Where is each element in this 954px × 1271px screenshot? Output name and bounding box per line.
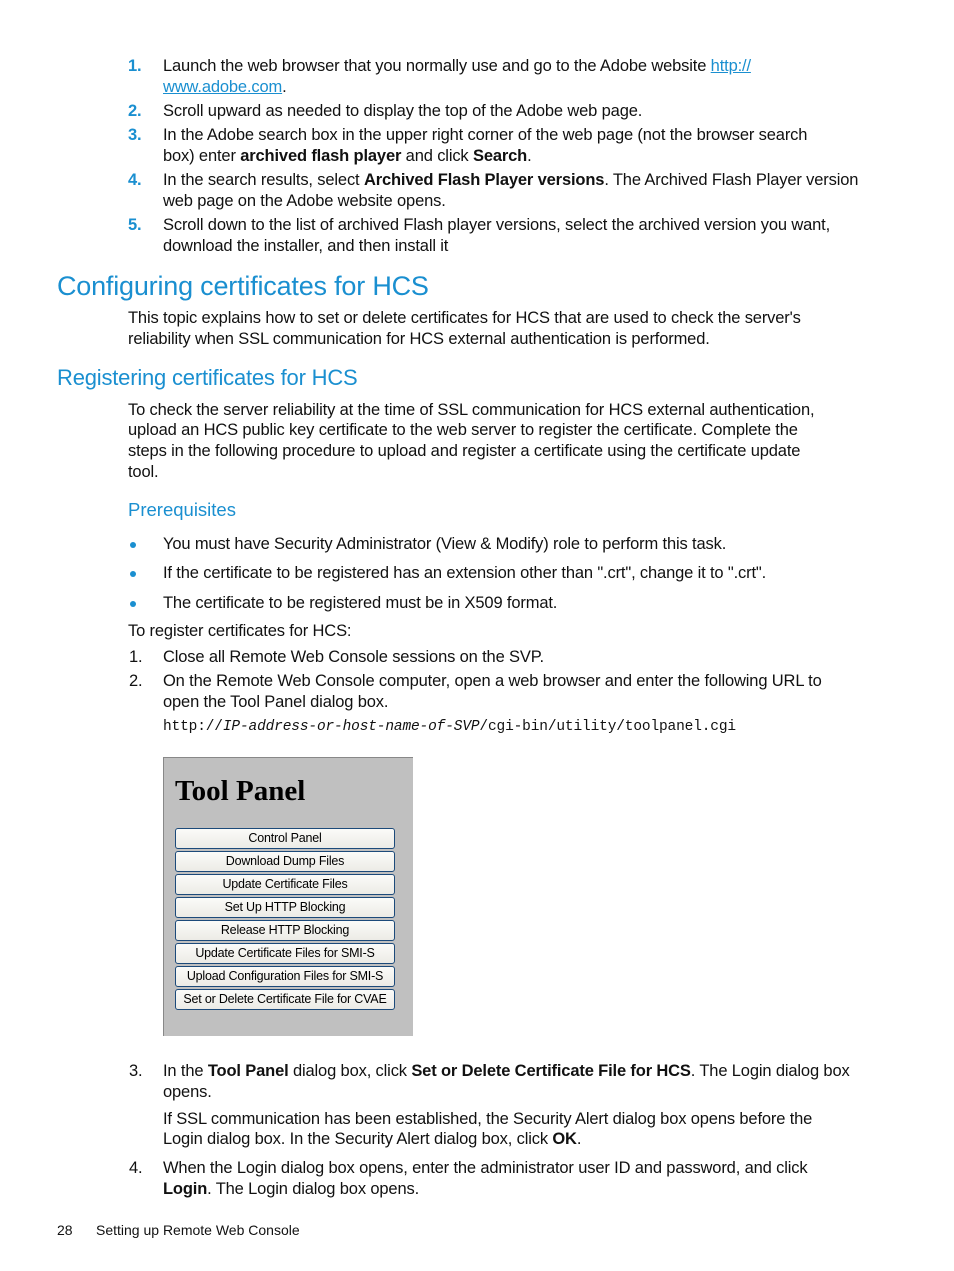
bold-term: Archived Flash Player versions [363,171,605,189]
bold-term: Search [472,147,528,165]
step-text-cont: web page on the Adobe website opens. [163,192,446,210]
text: box) enter [163,147,241,165]
update-certificate-files-button[interactable]: Update Certificate Files [175,874,395,895]
period: . [282,78,287,96]
upload-configuration-files-smi-s-button[interactable]: Upload Configuration Files for SMI-S [175,966,395,987]
text: . The Archived Flash Player version [604,171,859,189]
url-suffix: /cgi-bin/utility/toolpanel.cgi [479,719,736,735]
step-number: 4. [128,171,142,189]
section-intro: This topic explains how to set or delete… [128,309,801,327]
step-text: Scroll down to the list of archived Flas… [163,216,831,234]
tool-panel-title: Tool Panel [175,775,306,807]
step-number: 2. [128,102,142,120]
step-text: In the search results, select Archived F… [163,170,858,191]
section-intro-cont: reliability when SSL communication for H… [128,330,710,348]
step-note: If SSL communication has been establishe… [163,1110,813,1128]
bold-term: Set or Delete Certificate File for HCS [411,1062,691,1080]
step-1-text: Launch the web browser that you normally… [163,57,711,75]
step-text-cont: opens. [163,1083,212,1101]
bullet-icon [130,571,136,577]
prerequisites-heading: Prerequisites [128,499,236,520]
text: In the search results, select [163,171,364,189]
set-or-delete-certificate-cvae-button[interactable]: Set or Delete Certificate File for CVAE [175,989,395,1010]
release-http-blocking-button[interactable]: Release HTTP Blocking [175,920,395,941]
text: . [527,147,532,165]
text: . [576,1130,582,1148]
bold-term: archived flash player [240,147,402,165]
bold-term: OK [552,1130,577,1148]
update-certificate-files-smi-s-button[interactable]: Update Certificate Files for SMI-S [175,943,395,964]
step-number: 3. [129,1062,143,1080]
step-text-cont: open the Tool Panel dialog box. [163,693,389,711]
prerequisite-item: The certificate to be registered must be… [163,594,558,612]
step-note-cont: Login dialog box. In the Security Alert … [163,1129,581,1150]
prerequisite-item: You must have Security Administrator (Vi… [163,535,727,553]
bold-term: Tool Panel [207,1062,289,1080]
footer-section-title: Setting up Remote Web Console [96,1222,300,1238]
step-text: In the Adobe search box in the upper rig… [163,126,808,144]
procedure-intro: To register certificates for HCS: [128,622,352,640]
step-text-cont: box) enter archived flash player and cli… [163,146,532,167]
subsection-heading: Registering certificates for HCS [57,365,358,390]
step-number: 4. [129,1159,143,1177]
bold-term: Login [163,1180,208,1198]
section-heading: Configuring certificates for HCS [57,271,429,301]
tool-panel-dialog: Tool Panel Control Panel Download Dump F… [163,757,413,1036]
text: and click [401,147,473,165]
adobe-link[interactable]: http:// [711,57,751,75]
step-text: In the Tool Panel dialog box, click Set … [163,1061,850,1082]
text: . The Login dialog box [690,1062,850,1080]
download-dump-files-button[interactable]: Download Dump Files [175,851,395,872]
text: . The Login dialog box opens. [207,1180,419,1198]
toolpanel-url: http://IP-address-or-host-name-of-SVP/cg… [163,717,736,738]
step-text-cont: download the installer, and then install… [163,237,449,255]
step-number: 1. [129,648,143,666]
step-number: 1. [128,57,142,75]
step-number: 2. [129,672,143,690]
control-panel-button[interactable]: Control Panel [175,828,395,849]
set-up-http-blocking-button[interactable]: Set Up HTTP Blocking [175,897,395,918]
step-text: Launch the web browser that you normally… [163,56,751,77]
page-number: 28 [57,1222,73,1238]
text: In the [163,1062,208,1080]
step-text: When the Login dialog box opens, enter t… [163,1159,808,1177]
url-prefix: http:// [163,719,223,735]
bullet-icon [130,542,136,548]
text: dialog box, click [288,1062,412,1080]
step-text: Scroll upward as needed to display the t… [163,102,643,120]
subsection-paragraph: To check the server reliability at the t… [128,401,815,419]
subsection-paragraph: tool. [128,463,159,481]
step-text: On the Remote Web Console computer, open… [163,672,822,690]
text: Login dialog box. In the Security Alert … [163,1130,553,1148]
step-text-cont: www.adobe.com. [163,77,287,98]
bullet-icon [130,601,136,607]
subsection-paragraph: steps in the following procedure to uplo… [128,442,801,460]
subsection-paragraph: upload an HCS public key certificate to … [128,421,798,439]
prerequisite-item: If the certificate to be registered has … [163,564,767,582]
url-placeholder: IP-address-or-host-name-of-SVP [222,719,480,735]
step-number: 3. [128,126,142,144]
step-text: Close all Remote Web Console sessions on… [163,648,544,666]
step-number: 5. [128,216,142,234]
step-text-cont: Login. The Login dialog box opens. [163,1179,419,1200]
adobe-link-cont[interactable]: www.adobe.com [163,78,282,96]
